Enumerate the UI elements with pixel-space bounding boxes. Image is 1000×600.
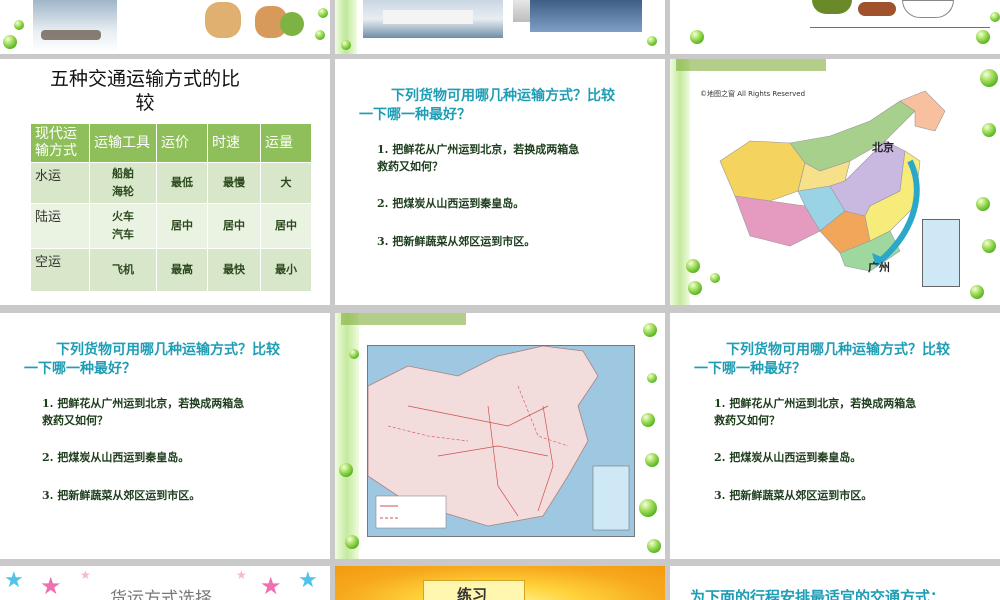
question-item-1: 1. 把鲜花从广州运到北京，若换成两箱急 救药又如何？ — [42, 397, 245, 427]
decor-bubble-icon — [643, 323, 657, 337]
question-item-3: 3. 把新鲜蔬菜从郊区运到市区。 — [714, 489, 873, 502]
decor-bubble-icon — [14, 20, 24, 30]
cartoon-shoes-image — [812, 0, 902, 20]
decor-bubble-icon — [686, 259, 700, 273]
star-icon: ★ — [236, 568, 247, 582]
slide-thumbnail-china-map[interactable]: ©地图之窗 All Rights Reserved 北京 广州 — [670, 59, 1000, 305]
table-cell: 火车 汽车 — [89, 203, 157, 249]
decor-bubble-icon — [641, 413, 655, 427]
question-heading: 下列货物可用哪几种运输方式？比较 一下哪一种最好？ — [24, 342, 280, 377]
slide-thumbnail-r0c2[interactable] — [335, 0, 665, 54]
table-cell: 空运 — [30, 248, 90, 292]
ship-harbor-photo — [363, 0, 503, 38]
slide-thumbnail-freight-choice[interactable]: ★ ★ ★ 货运方式选择 ★ ★ ★ — [0, 566, 330, 600]
slide-thumbnail-transport-comparison[interactable]: 五种交通运输方式的比 较 现代运 输方式 运输工具 运价 时速 运量 水运 船舶海… — [0, 59, 330, 305]
slide-title: 五种交通运输方式的比 较 — [49, 68, 240, 114]
star-icon: ★ — [298, 568, 318, 593]
slide-thumbnail-r0c3[interactable] — [670, 0, 1000, 54]
south-sea-inset — [922, 219, 960, 287]
decor-bubble-icon — [710, 273, 720, 283]
decor-bubble-icon — [690, 30, 704, 44]
slide-thumbnail-questions-3[interactable]: 下列货物可用哪几种运输方式？比较 一下哪一种最好？ 1. 把鲜花从广州运到北京，… — [670, 313, 1000, 559]
decor-bubble-icon — [982, 239, 996, 253]
question-heading: 下列货物可用哪几种运输方式？比较 一下哪一种最好？ — [694, 342, 950, 377]
slide-title: 货运方式选择 — [110, 589, 212, 600]
transport-comparison-table: 现代运 输方式 运输工具 运价 时速 运量 水运 船舶 海轮 最低 最慢 大 陆运 … — [30, 123, 312, 292]
star-icon: ★ — [260, 572, 282, 600]
table-row: 水运 船舶 海轮 最低 最慢 大 — [30, 162, 312, 204]
star-icon: ★ — [4, 568, 24, 593]
slide-title: 为下面的行程安排最适宜的交通方式： — [690, 588, 946, 600]
table-cell: 陆运 — [30, 203, 90, 249]
table-cell: 飞机 — [89, 248, 157, 292]
sled-dogs-photo — [33, 0, 117, 52]
table-cell: 最小 — [260, 248, 312, 292]
map-label-beijing: 北京 — [872, 141, 894, 154]
decor-bubble-icon — [976, 30, 990, 44]
decor-bubble-icon — [3, 35, 17, 49]
slide-title: 练习 — [457, 586, 488, 600]
decor-bubble-icon — [639, 499, 657, 517]
cartoon-figures-image — [195, 0, 310, 42]
decor-bubble-icon — [645, 453, 659, 467]
decor-bubble-icon — [647, 539, 661, 553]
decor-bubble-icon — [315, 30, 325, 40]
slide-thumbnail-questions-1[interactable]: 下列货物可用哪几种运输方式？比较 一下哪一种最好？ 1. 把鲜花从广州运到北京，… — [335, 59, 665, 305]
question-item-3: 3. 把新鲜蔬菜从郊区运到市区。 — [42, 489, 201, 502]
table-header-cell: 运输工具 — [89, 123, 157, 163]
decor-bubble-icon — [647, 373, 657, 383]
table-header-row: 现代运 输方式 运输工具 运价 时速 运量 — [30, 123, 312, 163]
table-cell: 居中 — [260, 203, 312, 249]
decor-bubble-icon — [688, 281, 702, 295]
decor-bubble-icon — [349, 349, 359, 359]
question-item-3: 3. 把新鲜蔬菜从郊区运到市区。 — [377, 235, 536, 248]
decor-bubble-icon — [976, 197, 990, 211]
decor-bubble-icon — [318, 8, 328, 18]
decor-bubble-icon — [647, 36, 657, 46]
question-item-1: 1. 把鲜花从广州运到北京，若换成两箱急 救药又如何？ — [377, 143, 580, 173]
star-icon: ★ — [80, 568, 91, 582]
table-cell: 水运 — [30, 162, 90, 204]
decor-bubble-icon — [980, 69, 998, 87]
slide-thumbnail-r0c1[interactable] — [0, 0, 330, 54]
question-heading: 下列货物可用哪几种运输方式？比较 一下哪一种最好？ — [359, 88, 615, 123]
question-item-1: 1. 把鲜花从广州运到北京，若换成两箱急 救药又如何？ — [714, 397, 917, 427]
map-header-strip — [341, 313, 466, 325]
table-row: 陆运 火车 汽车 居中 居中 居中 — [30, 203, 312, 249]
table-header-cell: 运量 — [260, 123, 312, 163]
table-row: 空运 飞机 最高 最快 最小 — [30, 248, 312, 292]
decor-bubble-icon — [990, 12, 1000, 22]
table-cell: 船舶 海轮 — [89, 162, 157, 204]
table-header-cell: 现代运 输方式 — [30, 123, 90, 163]
table-cell: 最高 — [156, 248, 208, 292]
question-item-2: 2. 把煤炭从山西运到秦皇岛。 — [714, 451, 862, 464]
slide-thumbnail-railway-map[interactable] — [335, 313, 665, 559]
table-header-cell: 时速 — [207, 123, 261, 163]
question-item-2: 2. 把煤炭从山西运到秦皇岛。 — [42, 451, 190, 464]
table-cell: 大 — [260, 162, 312, 204]
decor-bubble-icon — [345, 535, 359, 549]
star-icon: ★ — [40, 572, 62, 600]
slide-thumbnail-exercise[interactable]: 练习 — [335, 566, 665, 600]
slide-thumbnail-questions-2[interactable]: 下列货物可用哪几种运输方式？比较 一下哪一种最好？ 1. 把鲜花从广州运到北京，… — [0, 313, 330, 559]
table-cell: 最慢 — [207, 162, 261, 204]
railway-map-frame — [367, 345, 635, 537]
map-label-guangzhou: 广州 — [868, 261, 890, 274]
sea-photo — [530, 0, 642, 32]
railway-map-image — [368, 346, 630, 531]
table-cell: 最快 — [207, 248, 261, 292]
province-xinjiang — [719, 140, 806, 202]
table-cell: 居中 — [207, 203, 261, 249]
decor-bubble-icon — [982, 123, 996, 137]
decor-bubble-icon — [341, 40, 351, 50]
decor-bubble-icon — [339, 463, 353, 477]
decor-bubble-icon — [970, 285, 984, 299]
slide-thumbnail-itinerary[interactable]: 为下面的行程安排最适宜的交通方式： — [670, 566, 1000, 600]
table-cell: 居中 — [156, 203, 208, 249]
question-item-2: 2. 把煤炭从山西运到秦皇岛。 — [377, 197, 525, 210]
table-header-cell: 运价 — [156, 123, 208, 163]
map-header-strip — [676, 59, 826, 71]
table-cell: 最低 — [156, 162, 208, 204]
